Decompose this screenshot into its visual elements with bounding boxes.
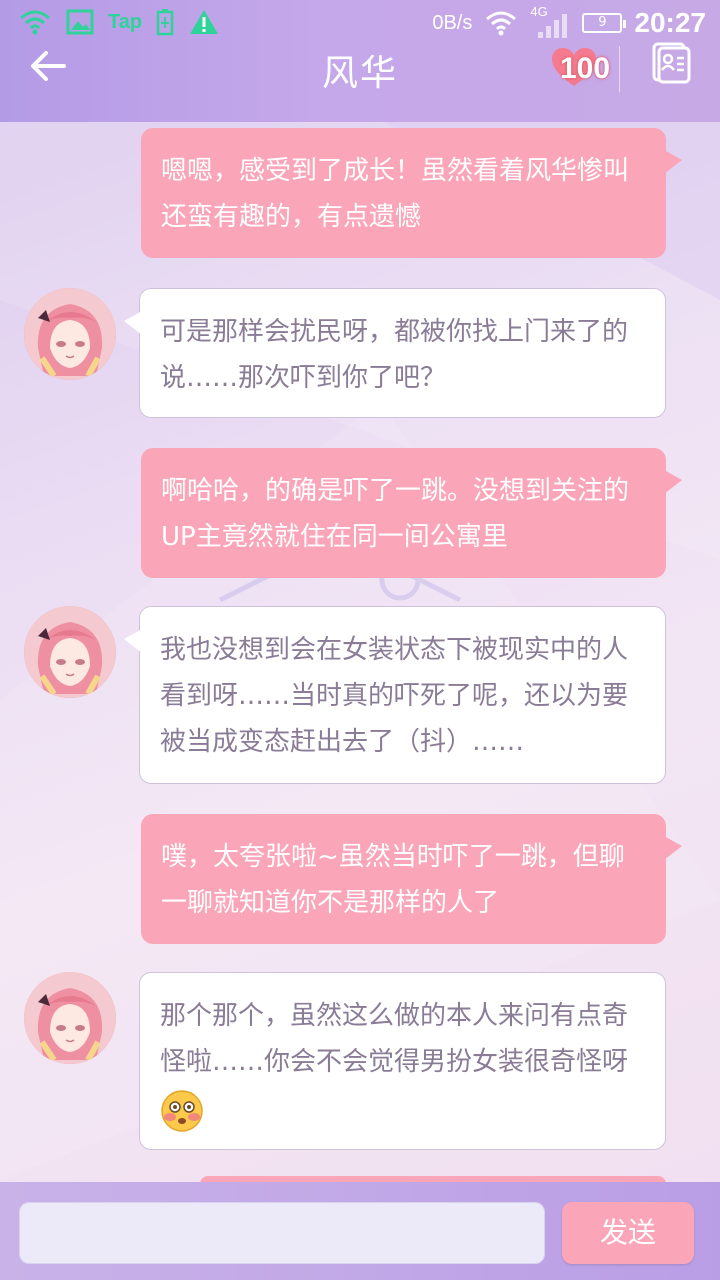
their-message-bubble: 那个那个，虽然这么做的本人来问有点奇怪啦……你会不会觉得男扮女装很奇怪呀: [139, 972, 666, 1150]
top-bar: Tap 0B/s 4G 9 20:27 风华 100: [0, 0, 720, 122]
wifi-icon: [20, 10, 50, 35]
bubble-tail: [664, 470, 682, 494]
contact-card-icon[interactable]: [648, 40, 692, 84]
affection-value: 100: [560, 52, 611, 85]
clock: 20:27: [634, 7, 706, 38]
their-message-bubble: 可是那样会扰民呀，都被你找上门来了的说……那次吓到你了吧？: [124, 288, 666, 418]
bubble-tail: [664, 836, 682, 860]
flushed-face-icon: [161, 1090, 203, 1132]
message-input-bar: 发送: [0, 1182, 720, 1280]
battery-charging-icon: [156, 9, 174, 36]
message-input[interactable]: [19, 1202, 545, 1264]
their-message-bubble: 我也没想到会在女装状态下被现实中的人看到呀……当时真的吓死了呢，还以为要被当成变…: [124, 606, 666, 784]
bubble-tail: [664, 150, 682, 174]
message-text: 我也没想到会在女装状态下被现实中的人看到呀……当时真的吓死了呢，还以为要被当成变…: [160, 635, 629, 757]
image-icon: [66, 9, 94, 35]
bubble-tail: [124, 311, 142, 335]
message-text: 可是那样会扰民呀，都被你找上门来了的说……那次吓到你了吧？: [160, 317, 629, 393]
bubble-tail: [124, 629, 142, 653]
battery-indicator: 9: [582, 13, 627, 33]
my-message-bubble: 噗，太夸张啦~虽然当时吓了一跳，但聊一聊就知道你不是那样的人了: [141, 814, 682, 944]
avatar-portrait-icon: [24, 972, 116, 1064]
affection-meter[interactable]: 100: [550, 42, 620, 92]
my-message-bubble: 嗯嗯，感受到了成长！虽然看着风华惨叫还蛮有趣的，有点遗憾: [141, 128, 682, 258]
wifi-signal-icon: [486, 11, 517, 36]
my-message-bubble: 啊哈哈，的确是吓了一跳。没想到关注的UP主竟然就住在同一间公寓里: [141, 448, 682, 578]
message-text: 那个那个，虽然这么做的本人来问有点奇怪啦……你会不会觉得男扮女装很奇怪呀: [160, 1001, 629, 1077]
net-speed: 0B/s: [432, 11, 473, 34]
tap-app-label: Tap: [108, 10, 143, 33]
send-button[interactable]: 发送: [562, 1202, 694, 1264]
avatar-portrait-icon: [24, 606, 116, 698]
contact-avatar[interactable]: [24, 606, 116, 698]
chat-header: 风华 100: [0, 40, 720, 122]
cell-signal: 4G: [530, 4, 570, 40]
avatar-portrait-icon: [24, 288, 116, 380]
header-divider: [619, 46, 620, 92]
message-text: 啊哈哈，的确是吓了一跳。没想到关注的UP主竟然就住在同一间公寓里: [161, 476, 630, 552]
contact-avatar[interactable]: [24, 972, 116, 1064]
contact-avatar[interactable]: [24, 288, 116, 380]
chat-messages[interactable]: 嗯嗯，感受到了成长！虽然看着风华惨叫还蛮有趣的，有点遗憾 可是那样会扰民呀，都被…: [0, 122, 720, 1182]
cell-signal-icon: [538, 14, 568, 38]
warning-icon: [190, 10, 219, 34]
message-text: 噗，太夸张啦~虽然当时吓了一跳，但聊一聊就知道你不是那样的人了: [161, 842, 625, 918]
message-text: 嗯嗯，感受到了成长！虽然看着风华惨叫还蛮有趣的，有点遗憾: [161, 156, 630, 232]
